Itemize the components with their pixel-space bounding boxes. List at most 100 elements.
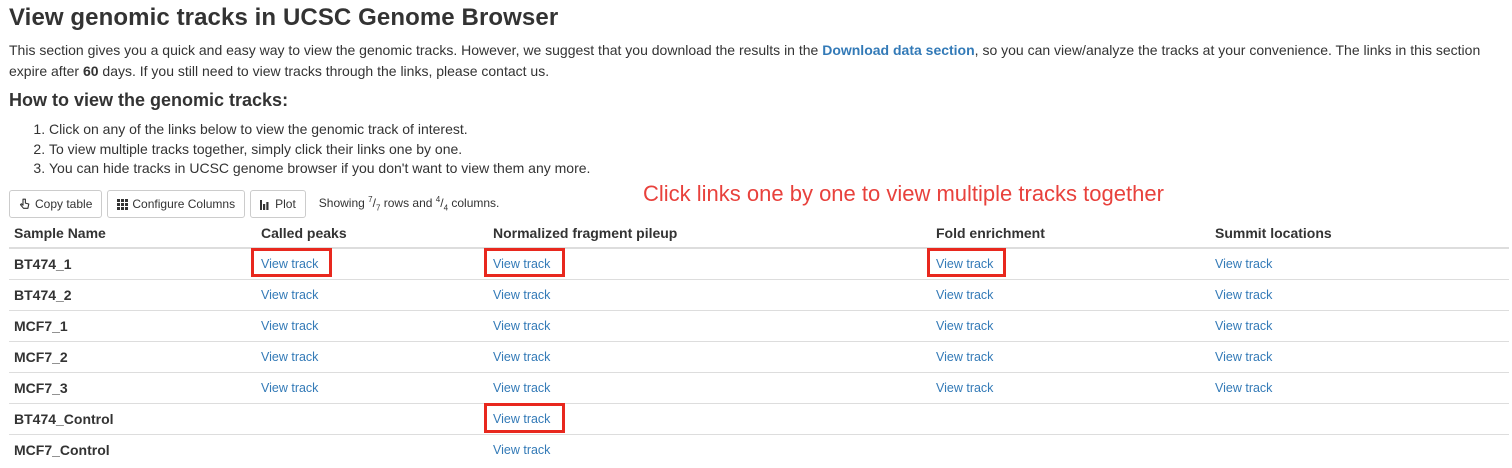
- track-cell: View track: [256, 309, 488, 341]
- view-track-link[interactable]: View track: [493, 319, 550, 333]
- page-title: View genomic tracks in UCSC Genome Brows…: [9, 4, 559, 31]
- rows-visible: 7: [368, 195, 373, 205]
- sample-name: MCF7_3: [9, 371, 256, 403]
- bar-chart-icon: [260, 199, 271, 210]
- track-cell: View track: [1210, 278, 1509, 310]
- how-to-steps: Click on any of the links below to view …: [9, 120, 590, 179]
- column-header[interactable]: Summit locations: [1210, 219, 1509, 249]
- sample-name: BT474_1: [9, 247, 256, 279]
- intro-text-after: days. If you still need to view tracks t…: [98, 63, 550, 79]
- track-cell: [1210, 433, 1509, 465]
- track-cell: View track: [256, 278, 488, 310]
- view-track-link[interactable]: View track: [493, 381, 550, 395]
- track-cell: View track: [1210, 371, 1509, 403]
- column-header[interactable]: Called peaks: [256, 219, 488, 249]
- track-cell: View track: [256, 371, 488, 403]
- sample-name: BT474_Control: [9, 402, 256, 434]
- track-cell: View track: [931, 247, 1210, 279]
- column-header[interactable]: Normalized fragment pileup: [488, 219, 931, 249]
- track-cell: View track: [1210, 247, 1509, 279]
- cols-visible: 4: [435, 195, 441, 205]
- sample-name: MCF7_1: [9, 309, 256, 341]
- copy-table-label: Copy table: [35, 197, 93, 211]
- column-header[interactable]: Sample Name: [9, 219, 256, 249]
- track-cell: View track: [931, 371, 1210, 403]
- track-cell: View track: [488, 340, 931, 372]
- track-cell: View track: [488, 433, 931, 465]
- how-to-title: How to view the genomic tracks:: [9, 90, 289, 110]
- track-cell: View track: [931, 309, 1210, 341]
- table-row: MCF7_3 View track View track View track View…: [9, 371, 1509, 403]
- view-track-link[interactable]: View track: [1215, 288, 1272, 302]
- view-track-link[interactable]: View track: [493, 443, 550, 457]
- view-track-link[interactable]: View track: [936, 257, 993, 271]
- track-cell: View track: [1210, 340, 1509, 372]
- table-toolbar: Copy table Configure Columns Plot Showin…: [9, 189, 499, 219]
- track-cell: [931, 433, 1210, 465]
- expire-days: 60: [82, 63, 99, 79]
- sample-name: BT474_2: [9, 278, 256, 310]
- view-track-link[interactable]: View track: [493, 288, 550, 302]
- track-cell: View track: [256, 340, 488, 372]
- track-cell: View track: [488, 247, 931, 279]
- view-track-link[interactable]: View track: [1215, 381, 1272, 395]
- track-cell: [256, 433, 488, 465]
- sample-name: MCF7_Control: [9, 433, 256, 465]
- sample-name: MCF7_2: [9, 340, 256, 372]
- track-cell: View track: [931, 278, 1210, 310]
- view-track-link[interactable]: View track: [261, 257, 318, 271]
- view-track-link[interactable]: View track: [261, 381, 318, 395]
- view-track-link[interactable]: View track: [493, 350, 550, 364]
- view-track-link[interactable]: View track: [936, 381, 993, 395]
- view-track-link[interactable]: View track: [1215, 319, 1272, 333]
- how-to-step: To view multiple tracks together, simply…: [49, 140, 590, 160]
- track-cell: View track: [488, 278, 931, 310]
- view-track-link[interactable]: View track: [493, 257, 550, 271]
- grid-icon: [117, 198, 129, 210]
- view-track-link[interactable]: View track: [936, 288, 993, 302]
- cols-word: columns.: [448, 196, 500, 211]
- track-cell: [256, 402, 488, 434]
- plot-button[interactable]: Plot: [250, 190, 306, 218]
- intro-paragraph: This section gives you a quick and easy …: [9, 40, 1509, 82]
- view-track-link[interactable]: View track: [493, 412, 550, 426]
- how-to-step: You can hide tracks in UCSC genome brows…: [49, 159, 590, 179]
- table-row: MCF7_1 View track View track View track View…: [9, 309, 1509, 341]
- track-cell: View track: [488, 309, 931, 341]
- view-track-link[interactable]: View track: [261, 319, 318, 333]
- download-data-link[interactable]: Download data section: [822, 42, 974, 58]
- annotation-text: Click links one by one to view multiple …: [643, 181, 1164, 206]
- intro-text-before: This section gives you a quick and easy …: [9, 42, 823, 58]
- configure-columns-label: Configure Columns: [132, 197, 236, 211]
- track-cell: [1210, 402, 1509, 434]
- track-cell: View track: [1210, 309, 1509, 341]
- view-track-link[interactable]: View track: [936, 350, 993, 364]
- column-header[interactable]: Fold enrichment: [931, 219, 1210, 249]
- rows-word: rows and: [380, 196, 436, 211]
- tracks-table: Sample Name Called peaks Normalized frag…: [9, 219, 1509, 465]
- copy-table-button[interactable]: Copy table: [9, 190, 103, 218]
- how-to-step: Click on any of the links below to view …: [49, 120, 590, 140]
- table-row: MCF7_Control View track: [9, 433, 1509, 465]
- track-cell: [931, 402, 1210, 434]
- view-track-link[interactable]: View track: [1215, 257, 1272, 271]
- table-row: MCF7_2 View track View track View track View…: [9, 340, 1509, 372]
- table-row: BT474_Control View track: [9, 402, 1509, 434]
- hand-pointer-icon: [19, 198, 31, 210]
- view-track-link[interactable]: View track: [936, 319, 993, 333]
- view-track-link[interactable]: View track: [261, 350, 318, 364]
- track-cell: View track: [488, 371, 931, 403]
- track-cell: View track: [488, 402, 931, 434]
- showing-count: Showing 7/7 rows and 4/4 columns.: [318, 195, 500, 213]
- view-track-link[interactable]: View track: [261, 288, 318, 302]
- table-row: BT474_1 View track View track View track Vie…: [9, 247, 1509, 279]
- table-header-row: Sample Name Called peaks Normalized frag…: [9, 219, 1509, 249]
- showing-prefix: Showing: [318, 196, 369, 211]
- view-track-link[interactable]: View track: [1215, 350, 1272, 364]
- table-body: BT474_1 View track View track View track Vie…: [9, 247, 1509, 465]
- table-row: BT474_2 View track View track View track Vie…: [9, 278, 1509, 310]
- track-cell: View track: [931, 340, 1210, 372]
- plot-label: Plot: [275, 197, 296, 211]
- track-cell: View track: [256, 247, 488, 279]
- configure-columns-button[interactable]: Configure Columns: [107, 190, 246, 218]
